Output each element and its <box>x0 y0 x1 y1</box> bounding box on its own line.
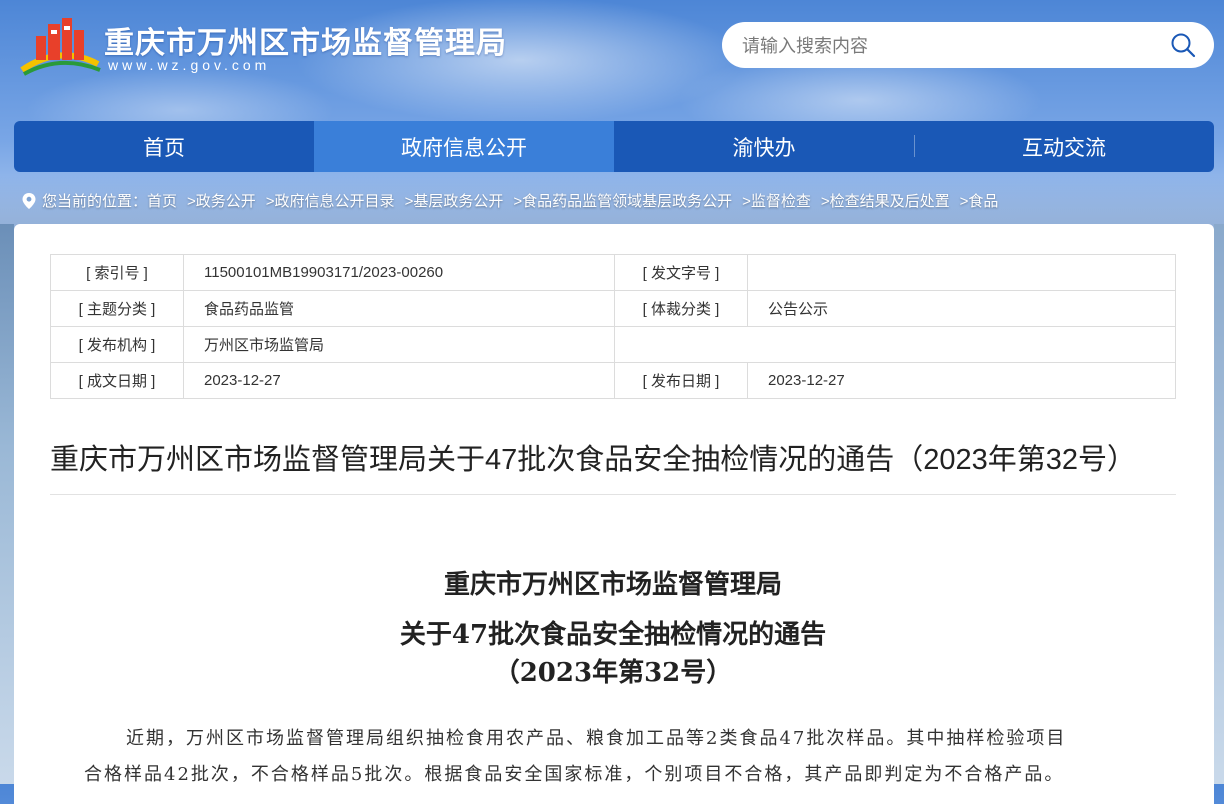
breadcrumb-item[interactable]: >食品药品监管领域基层政务公开 <box>513 190 732 211</box>
table-row: [ 索引号 ] 11500101MB19903171/2023-00260 [ … <box>50 254 1176 291</box>
location-pin-icon <box>22 192 36 209</box>
breadcrumb-item[interactable]: >政府信息公开目录 <box>266 190 395 211</box>
written-date-value: 2023-12-27 <box>183 362 615 399</box>
nav-item-home[interactable]: 首页 <box>14 121 314 172</box>
paragraph-line: 近期，万州区市场监督管理局组织抽检食用农产品、粮食加工品等2类食品47批次样品。… <box>126 728 1067 749</box>
content-panel: [ 索引号 ] 11500101MB19903171/2023-00260 [ … <box>14 224 1214 804</box>
breadcrumb-item[interactable]: >食品 <box>960 190 999 211</box>
breadcrumb-item[interactable]: >政务公开 <box>187 190 256 211</box>
background-strip-right <box>1214 224 1224 784</box>
nav-item-yukuaiban[interactable]: 渝快办 <box>614 121 914 172</box>
issuer-label: [ 发布机构 ] <box>50 326 184 363</box>
metadata-table: [ 索引号 ] 11500101MB19903171/2023-00260 [ … <box>50 254 1176 399</box>
table-row: [ 成文日期 ] 2023-12-27 [ 发布日期 ] 2023-12-27 <box>50 362 1176 399</box>
nav-item-interaction[interactable]: 互动交流 <box>914 121 1214 172</box>
title-divider <box>50 494 1176 495</box>
publish-date-label: [ 发布日期 ] <box>614 362 748 399</box>
topic-value: 食品药品监管 <box>183 290 615 327</box>
breadcrumb-item[interactable]: >监督检查 <box>742 190 811 211</box>
issuer-value: 万州区市场监管局 <box>183 326 615 363</box>
main-nav: 首页 政府信息公开 渝快办 互动交流 <box>14 121 1214 172</box>
index-label: [ 索引号 ] <box>50 254 184 291</box>
site-logo-icon[interactable] <box>18 14 102 76</box>
doc-number-value <box>747 254 1176 291</box>
body-title-line-3: （2023年第32号） <box>493 658 733 688</box>
table-row: [ 发布机构 ] 万州区市场监管局 <box>50 326 1176 363</box>
written-date-label: [ 成文日期 ] <box>50 362 184 399</box>
body-paragraph: 近期，万州区市场监督管理局组织抽检食用农产品、粮食加工品等2类食品47批次样品。… <box>84 721 1144 793</box>
breadcrumb: 您当前的位置： 首页 >政务公开 >政府信息公开目录 >基层政务公开 >食品药品… <box>22 190 1008 211</box>
genre-label: [ 体裁分类 ] <box>614 290 748 327</box>
background-strip-left <box>0 224 14 784</box>
search-input[interactable] <box>740 30 1164 62</box>
body-title-line-2: 关于47批次食品安全抽检情况的通告 <box>399 620 827 650</box>
search-box <box>722 22 1214 68</box>
search-icon[interactable] <box>1170 32 1196 58</box>
document-title: 重庆市万州区市场监督管理局关于47批次食品安全抽检情况的通告（2023年第32号… <box>50 444 1137 476</box>
doc-number-label: [ 发文字号 ] <box>614 254 748 291</box>
body-title-line-1: 重庆市万州区市场监督管理局 <box>443 570 782 600</box>
site-url: www.wz.gov.com <box>108 57 271 73</box>
paragraph-line: 合格样品42批次，不合格样品5批次。根据食品安全国家标准，个别项目不合格，其产品… <box>84 764 1065 785</box>
genre-value: 公告公示 <box>747 290 1176 327</box>
nav-item-gov-info[interactable]: 政府信息公开 <box>314 121 614 172</box>
empty-cell <box>614 326 1176 363</box>
breadcrumb-item[interactable]: >检查结果及后处置 <box>821 190 950 211</box>
table-row: [ 主题分类 ] 食品药品监管 [ 体裁分类 ] 公告公示 <box>50 290 1176 327</box>
publish-date-value: 2023-12-27 <box>747 362 1176 399</box>
site-title[interactable]: 重庆市万州区市场监督管理局 <box>104 18 507 62</box>
breadcrumb-item[interactable]: >基层政务公开 <box>405 190 504 211</box>
breadcrumb-prefix: 您当前的位置： <box>42 193 148 210</box>
topic-label: [ 主题分类 ] <box>50 290 184 327</box>
breadcrumb-item[interactable]: 首页 <box>147 190 177 211</box>
index-value: 11500101MB19903171/2023-00260 <box>183 254 615 291</box>
